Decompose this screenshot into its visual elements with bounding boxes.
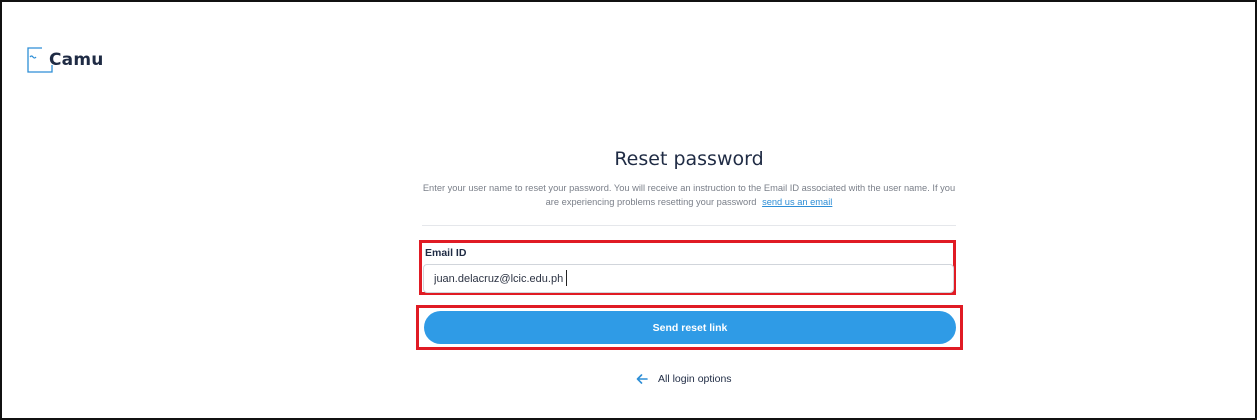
email-input[interactable] [423,264,954,293]
text-cursor [566,270,567,286]
divider [422,225,956,226]
email-label: Email ID [425,247,467,259]
mycamu-logo[interactable]: Camu [26,47,104,73]
back-link-label: All login options [658,373,732,385]
all-login-options-link[interactable]: All login options [636,370,732,388]
page-frame: Camu Reset password Enter your user name… [0,0,1257,420]
description-text: Enter your user name to reset your passw… [422,183,956,207]
arrow-left-icon [636,373,648,385]
send-reset-link-button[interactable]: Send reset link [424,311,956,344]
reset-description: Enter your user name to reset your passw… [422,181,956,209]
page-title: Reset password [614,148,764,170]
send-email-link[interactable]: send us an email [762,197,832,207]
camu-logo-icon [26,47,58,73]
